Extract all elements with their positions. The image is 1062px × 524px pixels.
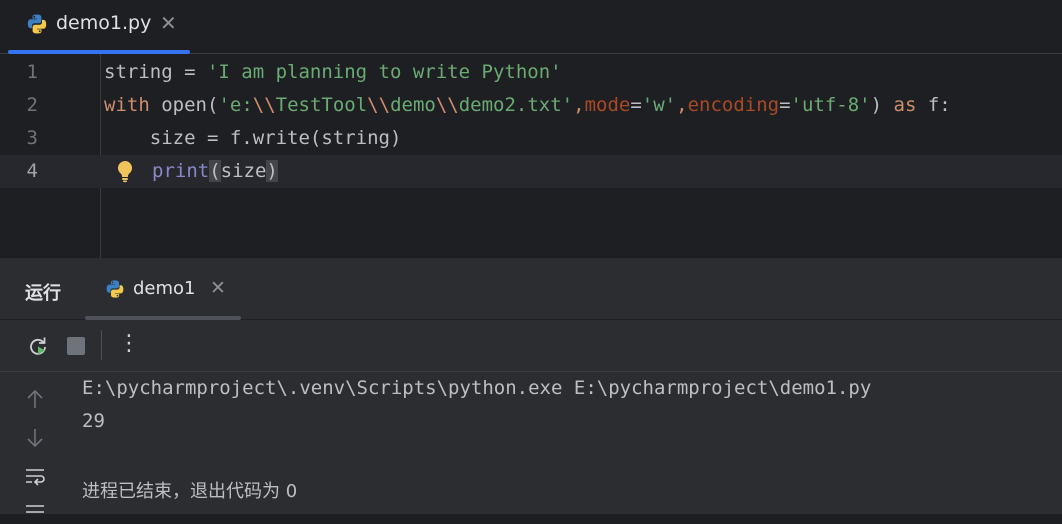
run-tab-label: demo1	[133, 278, 196, 299]
lightbulb-icon[interactable]	[116, 159, 134, 183]
line-number: 2	[26, 94, 38, 116]
line-number: 3	[26, 127, 38, 149]
run-tab-demo1[interactable]: demo1 ✕	[85, 260, 241, 320]
python-icon	[106, 280, 124, 298]
line-number: 4	[26, 160, 38, 182]
code-text: print(size)	[152, 160, 278, 182]
more-options-icon[interactable]: ⋮	[118, 331, 140, 356]
tab-demo1-py[interactable]: demo1.py ✕	[8, 0, 190, 54]
code-text: string = 'I am planning to write Python'	[104, 61, 562, 83]
close-tab-icon[interactable]: ✕	[160, 11, 177, 35]
arrow-down-icon[interactable]	[24, 427, 46, 449]
run-panel-header: 运行 demo1 ✕	[0, 260, 1062, 320]
console-result: 29	[82, 410, 105, 432]
run-toolbar: ⋮	[0, 320, 1062, 372]
code-line-1: 1 string = 'I am planning to write Pytho…	[0, 56, 1062, 89]
console-output[interactable]: E:\pycharmproject\.venv\Scripts\python.e…	[0, 372, 1062, 514]
stop-icon[interactable]	[64, 334, 88, 358]
run-panel-title: 运行	[25, 283, 61, 304]
tab-filename: demo1.py	[56, 12, 152, 34]
scroll-to-end-icon[interactable]	[24, 502, 46, 524]
rerun-icon[interactable]	[26, 334, 50, 358]
arrow-up-icon[interactable]	[24, 388, 46, 410]
toolbar-separator	[101, 330, 102, 360]
python-icon	[27, 14, 47, 34]
code-line-4: 4 print(size)	[0, 155, 1062, 188]
console-command-line: E:\pycharmproject\.venv\Scripts\python.e…	[82, 377, 872, 399]
code-text: size = f.write(string)	[104, 127, 402, 149]
code-line-3: 3 size = f.write(string)	[0, 122, 1062, 155]
close-run-tab-icon[interactable]: ✕	[210, 277, 226, 299]
editor-tab-bar: demo1.py ✕	[0, 0, 1062, 54]
console-exit-message: 进程已结束，退出代码为 0	[82, 481, 298, 502]
code-line-2: 2 with open('e:\\TestTool\\demo\\demo2.t…	[0, 89, 1062, 122]
line-number: 1	[26, 61, 38, 83]
soft-wrap-icon[interactable]	[24, 466, 46, 488]
code-text: with open('e:\\TestTool\\demo\\demo2.txt…	[104, 94, 951, 116]
code-editor[interactable]: 1 string = 'I am planning to write Pytho…	[0, 54, 1062, 258]
